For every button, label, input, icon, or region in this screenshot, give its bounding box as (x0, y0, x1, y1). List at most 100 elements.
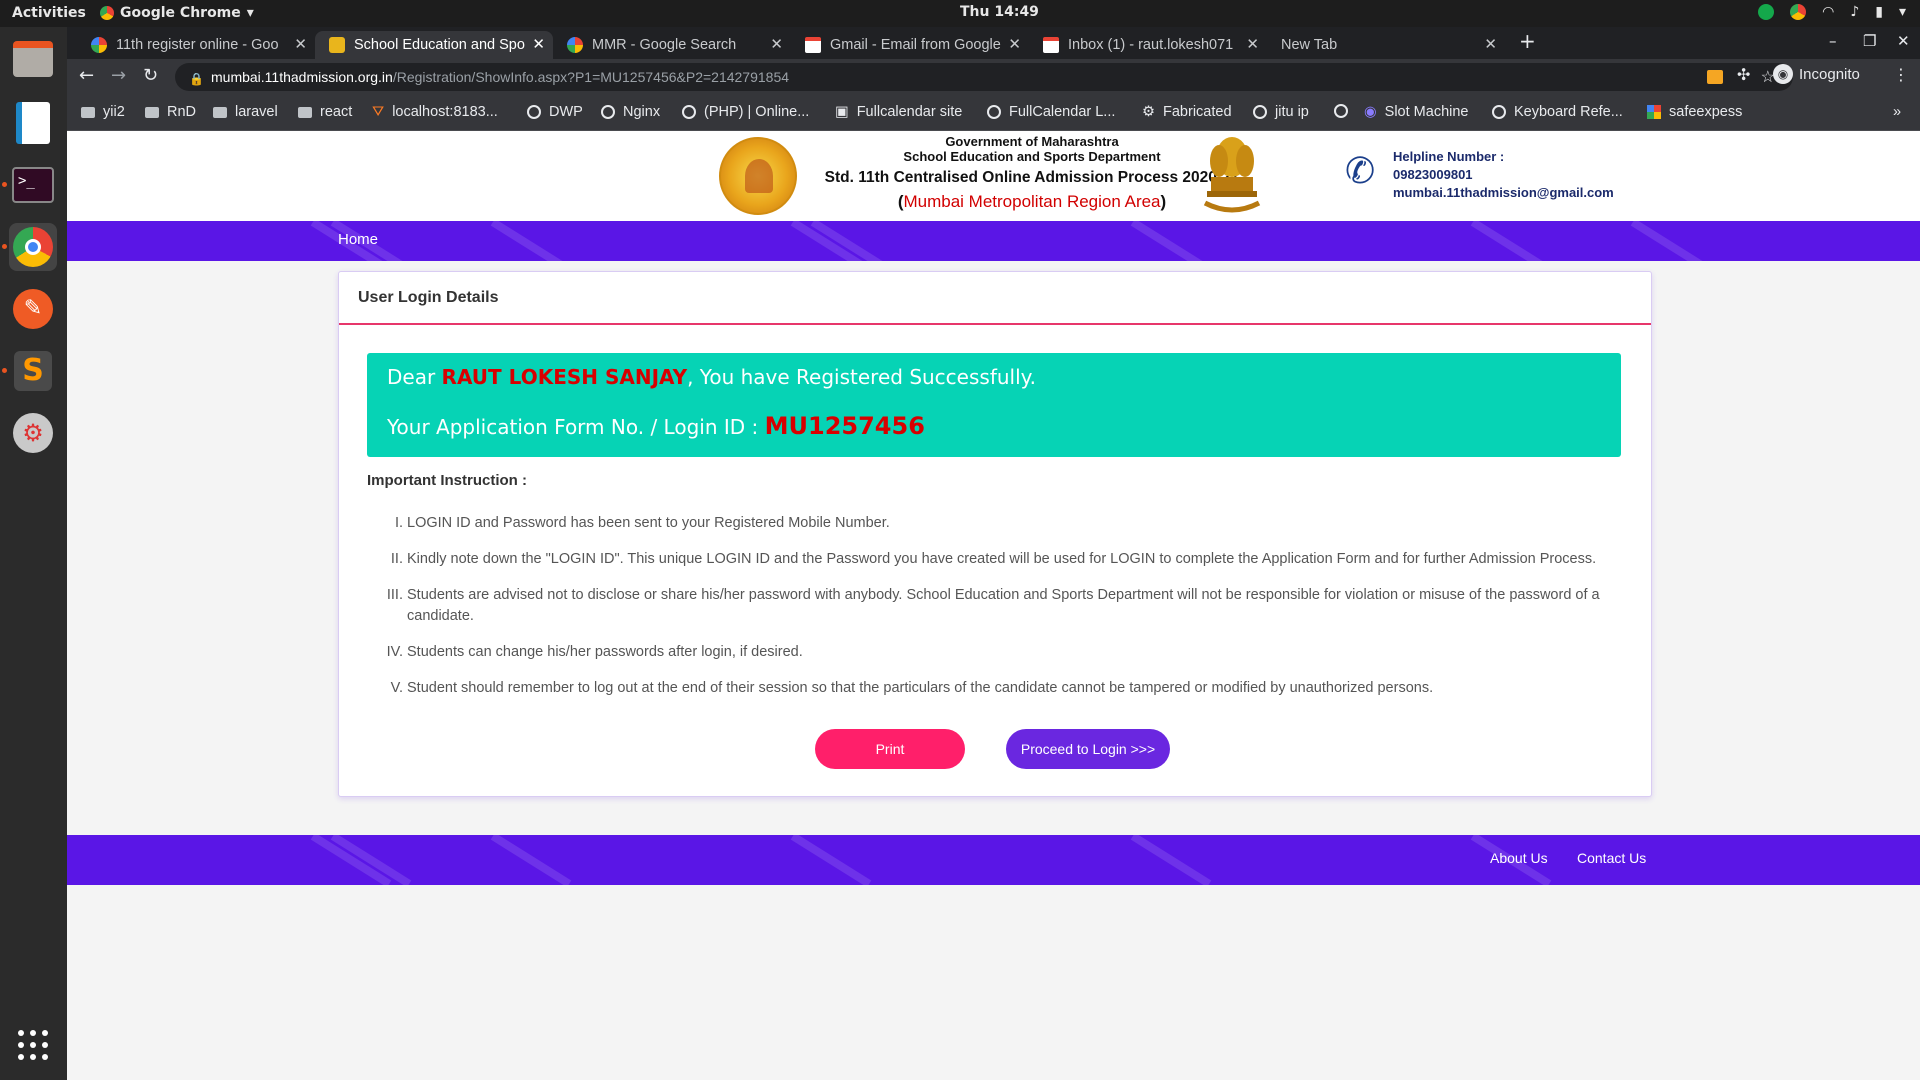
instruction-number: V. (390, 680, 403, 696)
instruction-item: II. Kindly note down the "LOGIN ID". This… (367, 549, 1621, 570)
success-banner: Dear RAUT LOKESH SANJAY, You have Regist… (367, 353, 1621, 457)
bookmark-link[interactable]: ◉ Slot Machine (1364, 104, 1468, 120)
bookmark-folder[interactable]: react (298, 104, 352, 120)
reload-icon[interactable]: ↻ (143, 65, 158, 86)
bookmark-label: safeexpess (1669, 104, 1743, 120)
bookmark-link[interactable]: FullCalendar L... (987, 104, 1115, 120)
status-green-icon[interactable] (1758, 4, 1775, 20)
tab-title: New Tab (1281, 37, 1338, 53)
decor-stripe (1470, 221, 1552, 261)
instruction-item: I. LOGIN ID and Password has been sent to… (367, 513, 1621, 534)
print-button[interactable]: Print (815, 729, 965, 769)
bookmark-link[interactable]: (PHP) | Online... (682, 104, 809, 120)
helpline-email[interactable]: mumbai.11thadmission@gmail.com (1393, 184, 1614, 202)
chrome-tray-icon[interactable] (1790, 4, 1807, 20)
bookmark-link[interactable] (1334, 104, 1356, 118)
sublime-text-icon[interactable]: S (9, 347, 57, 395)
globe-icon (601, 105, 615, 119)
contact-us-link[interactable]: Contact Us (1577, 850, 1646, 866)
tab-school-education[interactable]: School Education and Spo ✕ (315, 31, 553, 59)
terminal-icon[interactable]: >_ (9, 161, 57, 209)
chrome-small-icon (100, 6, 114, 20)
about-us-link[interactable]: About Us (1490, 850, 1548, 866)
menu-dots-icon[interactable]: ⋮ (1893, 65, 1909, 84)
bookmark-link[interactable]: Keyboard Refe... (1492, 104, 1623, 120)
tab-title: Inbox (1) - raut.lokesh071 (1068, 37, 1234, 53)
app-name-label: Google Chrome (120, 5, 241, 21)
url-host: mumbai.11thadmission.org.in (211, 69, 393, 85)
chevron-down-icon[interactable]: ▾ (1899, 4, 1906, 20)
tab-mmr-search[interactable]: MMR - Google Search ✕ (553, 31, 791, 59)
volume-icon[interactable]: ♪ (1850, 4, 1859, 20)
maximize-icon[interactable]: ❐ (1863, 32, 1876, 50)
back-arrow-icon[interactable]: ← (79, 65, 94, 86)
battery-icon[interactable]: ▮ (1875, 4, 1883, 20)
nav-home-link[interactable]: Home (338, 231, 378, 248)
tab-new-tab[interactable]: New Tab ✕ (1267, 31, 1505, 59)
site-favicon-icon (329, 37, 345, 53)
tab-title: 11th register online - Goo (116, 37, 279, 53)
close-icon[interactable]: ✕ (770, 35, 783, 53)
system-tray[interactable]: ◠ ♪ ▮ ▾ (1758, 4, 1906, 20)
close-icon[interactable]: ✕ (532, 35, 545, 53)
decor-stripe (490, 221, 572, 261)
proceed-to-login-button[interactable]: Proceed to Login >>> (1006, 729, 1170, 769)
extensions-puzzle-icon[interactable]: ✣ (1737, 65, 1750, 84)
close-icon[interactable]: ✕ (1008, 35, 1021, 53)
close-window-icon[interactable]: ✕ (1897, 32, 1910, 50)
site-header: Government of Maharashtra School Educati… (67, 131, 1920, 221)
extension-icon[interactable] (1707, 70, 1723, 84)
close-icon[interactable]: ✕ (1484, 35, 1497, 53)
address-bar[interactable]: 🔒 mumbai.11thadmission.org.in/Registrati… (175, 63, 1793, 91)
bookmark-link[interactable]: DWP (527, 104, 583, 120)
tab-gmail[interactable]: Gmail - Email from Google ✕ (791, 31, 1029, 59)
tab-11th-register[interactable]: 11th register online - Goo ✕ (77, 31, 315, 59)
national-emblem-logo (1203, 137, 1261, 213)
header-line-process: Std. 11th Centralised Online Admission P… (824, 169, 1240, 186)
new-tab-plus-icon[interactable]: + (1519, 29, 1536, 53)
minimize-icon[interactable]: – (1829, 32, 1837, 50)
bookmark-link[interactable]: ▣ Fullcalendar site (835, 104, 962, 120)
bookmark-link[interactable]: safeexpess (1647, 104, 1742, 120)
incognito-indicator[interactable]: ◉ Incognito (1773, 64, 1860, 84)
activities-button[interactable]: Activities (12, 5, 86, 21)
chrome-icon[interactable] (9, 223, 57, 271)
bookmark-link[interactable]: Nginx (601, 104, 660, 120)
settings-tools-icon[interactable]: ⚙ (9, 409, 57, 457)
browser-toolbar: ← → ↻ 🔒 mumbai.11thadmission.org.in/Regi… (67, 59, 1920, 95)
close-icon[interactable]: ✕ (1246, 35, 1259, 53)
wifi-icon[interactable]: ◠ (1822, 4, 1834, 20)
folder-icon (145, 106, 159, 118)
system-top-bar: Activities Google Chrome ▾ Thu 14:49 ◠ ♪… (0, 0, 1920, 27)
bookmark-label: localhost:8183... (392, 104, 498, 120)
success-message: Dear RAUT LOKESH SANJAY, You have Regist… (387, 365, 1036, 389)
close-icon[interactable]: ✕ (294, 35, 307, 53)
bookmark-link[interactable]: ⛛ localhost:8183... (372, 104, 498, 120)
app-menu[interactable]: Google Chrome ▾ (100, 5, 254, 21)
bookmark-folder[interactable]: yii2 (81, 104, 125, 120)
more-bookmarks-icon[interactable]: » (1893, 104, 1901, 120)
bookmark-label: Fabricated (1163, 104, 1232, 120)
files-icon[interactable] (9, 35, 57, 83)
bookmark-link[interactable]: jitu ip (1253, 104, 1309, 120)
instruction-item: III. Students are advised not to disclose… (367, 585, 1621, 627)
tab-inbox[interactable]: Inbox (1) - raut.lokesh071 ✕ (1029, 31, 1267, 59)
card-title: User Login Details (358, 289, 499, 306)
instruction-item: V. Student should remember to log out at … (367, 678, 1621, 699)
bookmark-label: Keyboard Refe... (1514, 104, 1623, 120)
bookmark-folder[interactable]: laravel (213, 104, 278, 120)
lock-icon[interactable]: 🔒 (189, 72, 204, 86)
gear-icon: ⚙ (1142, 104, 1155, 120)
bookmark-link[interactable]: ⚙ Fabricated (1142, 104, 1232, 120)
system-clock[interactable]: Thu 14:49 (960, 4, 1039, 20)
text-editor-icon[interactable] (9, 99, 57, 147)
login-id-line: Your Application Form No. / Login ID : M… (387, 412, 925, 440)
show-applications-icon[interactable] (9, 1021, 57, 1069)
folder-icon (81, 106, 95, 118)
forward-arrow-icon[interactable]: → (111, 65, 126, 86)
postman-icon[interactable]: ✎ (9, 285, 57, 333)
phone-icon: ✆ (1345, 151, 1376, 192)
bookmarks-bar: yii2 RnD laravel react ⛛ localhost:8183..… (67, 95, 1920, 131)
helpline-phone[interactable]: 09823009801 (1393, 166, 1614, 184)
bookmark-folder[interactable]: RnD (145, 104, 196, 120)
